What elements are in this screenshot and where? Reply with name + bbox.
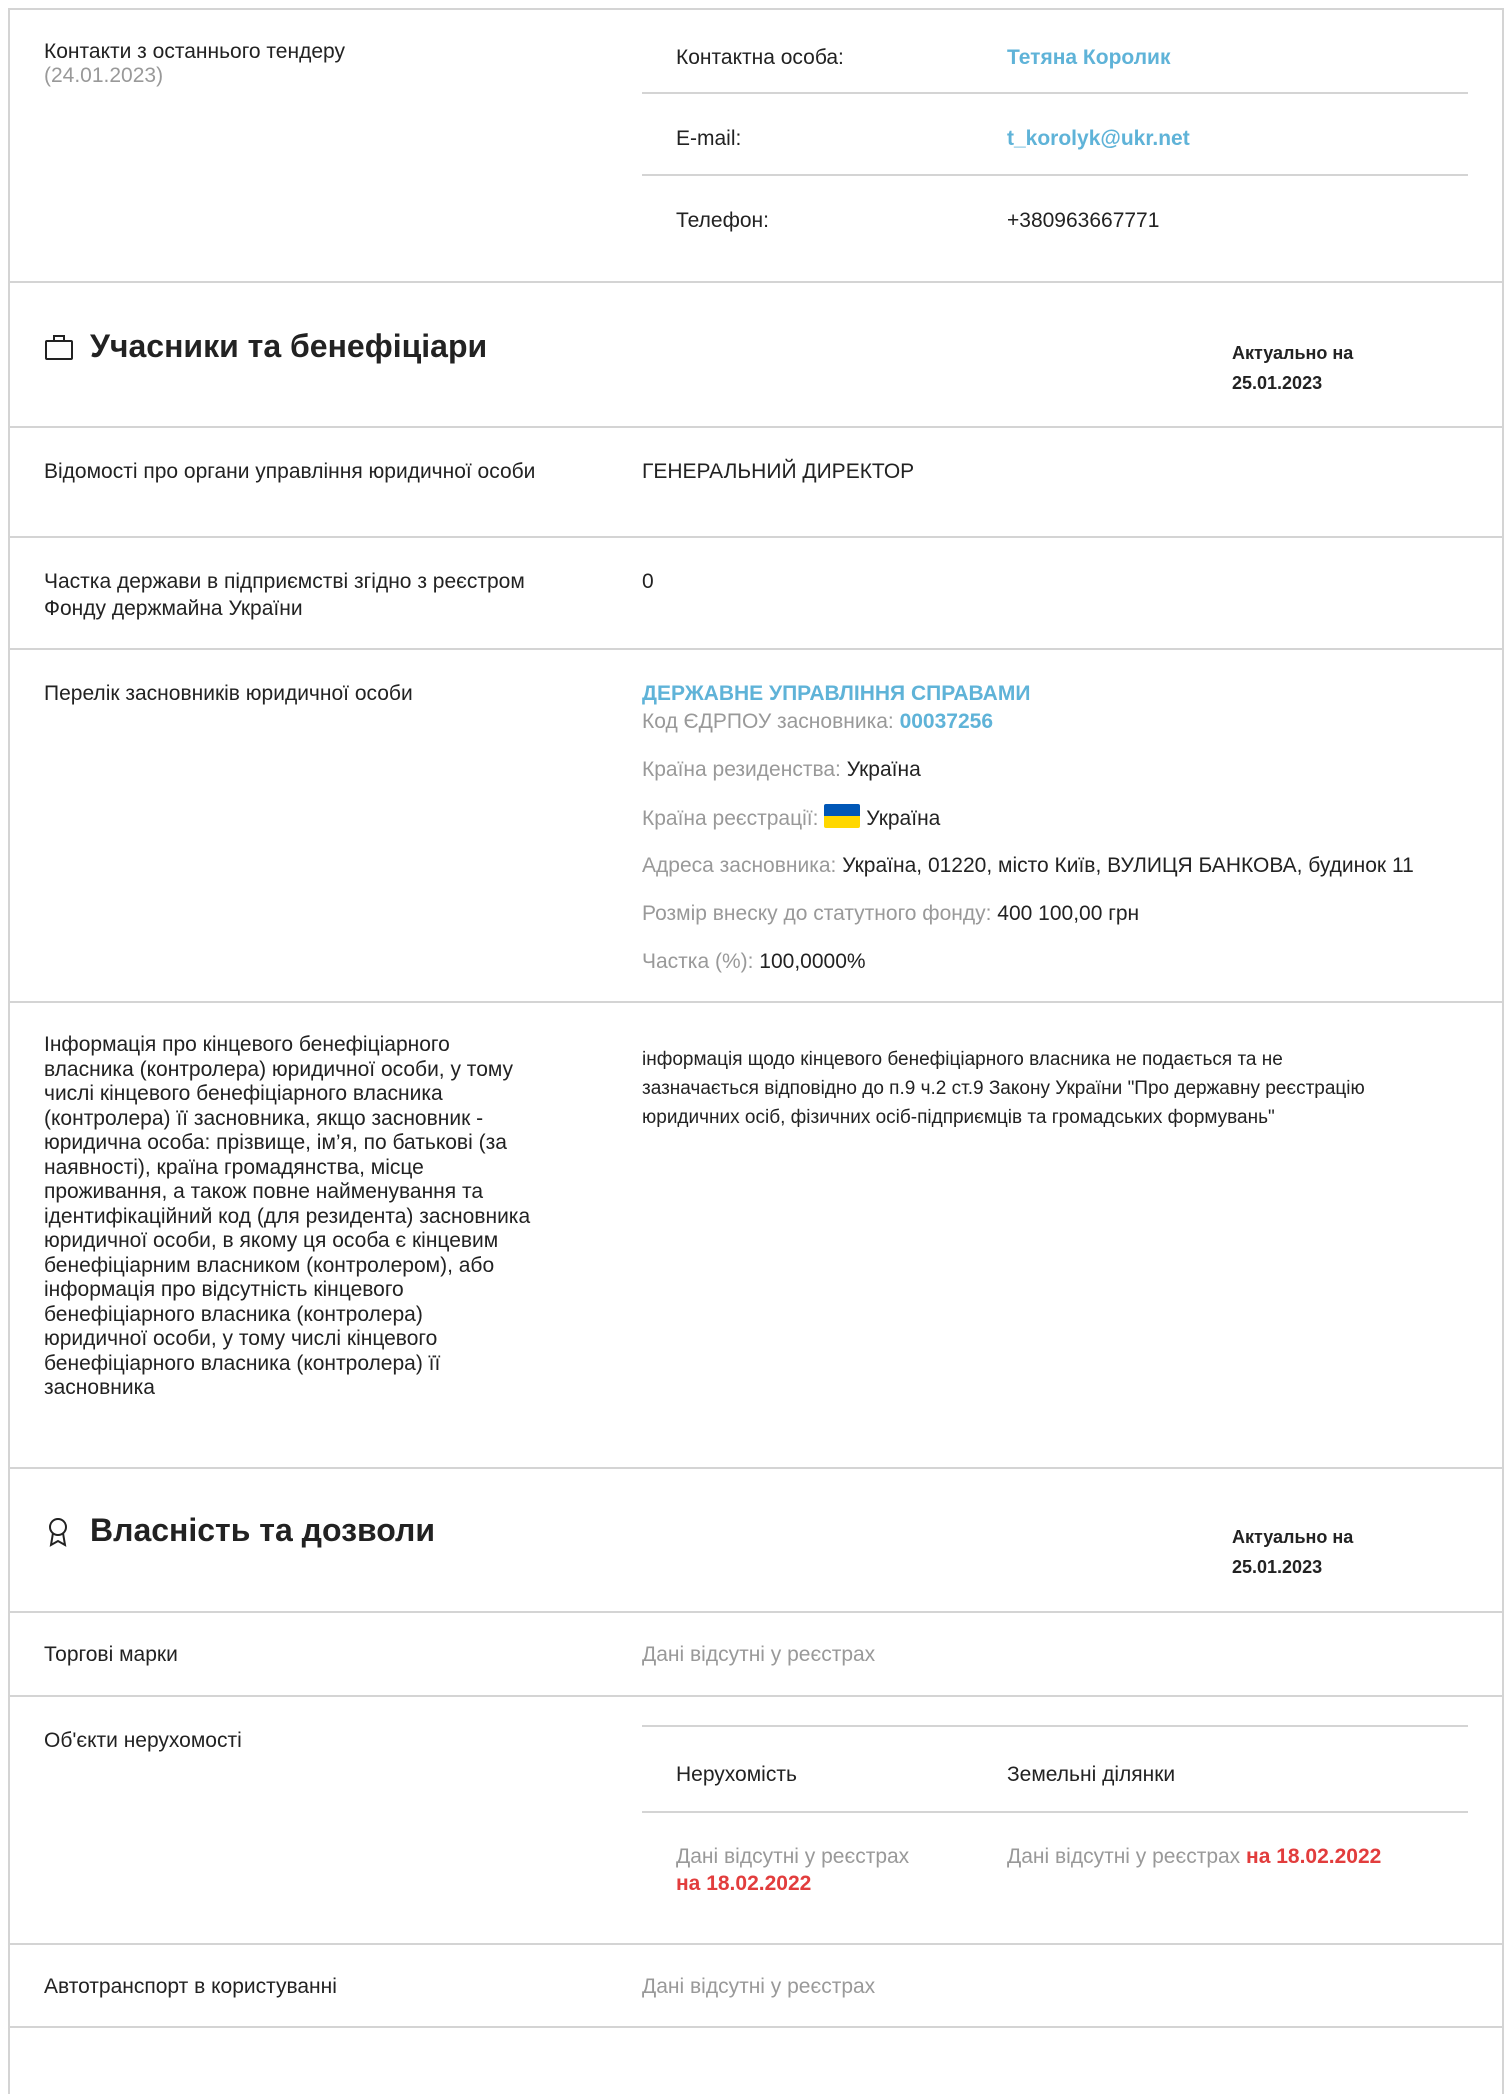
beneficiary-label: Інформація про кінцевого бенефіціарного … [44, 1033, 531, 1399]
contacts-date: (24.01.2023) [44, 64, 164, 87]
governance-value: ГЕНЕРАЛЬНИЙ ДИРЕКТОР [642, 460, 915, 483]
governance-row: Відомості про органи управління юридично… [10, 428, 1502, 538]
state-share-value: 0 [642, 570, 654, 593]
trademarks-label: Торгові марки [44, 1643, 178, 1666]
founder-registration-label: Країна реєстрації: [642, 807, 819, 830]
founder-contribution-value: 400 100,00 грн [997, 902, 1140, 925]
participants-title: Учасники та бенефіціари [90, 328, 488, 364]
founders-label: Перелік засновників юридичної особи [44, 682, 413, 705]
participants-section-header: Учасники та бенефіціари Актуально на 25.… [10, 283, 1502, 428]
state-share-label: Частка держави в підприємстві згідно з р… [44, 570, 525, 620]
founders-row: Перелік засновників юридичної особи ДЕРЖ… [10, 650, 1502, 1003]
state-share-row: Частка держави в підприємстві згідно з р… [10, 538, 1502, 650]
property-actual-label: Актуально на [1232, 1527, 1354, 1547]
email-label: E-mail: [676, 127, 742, 150]
divider [642, 1811, 1468, 1813]
participants-actual-label: Актуально на [1232, 343, 1354, 363]
beneficiary-value: інформація щодо кінцевого бенефіціарного… [642, 1049, 1365, 1128]
property-title: Власність та дозволи [90, 1512, 435, 1548]
founder-address-label: Адреса засновника: [642, 854, 837, 877]
founder-registration: Країна реєстрації: Україна [642, 804, 940, 832]
vehicles-value: Дані відсутні у реєстрах [642, 1975, 876, 1998]
phone-value: +380963667771 [1007, 209, 1160, 232]
founder-code-link[interactable]: 00037256 [900, 710, 993, 733]
tab-realestate[interactable]: Нерухомість [676, 1761, 797, 1788]
contacts-label: Контакти з останнього тендеру [44, 40, 345, 63]
founder-registration-value: Україна [866, 807, 941, 830]
founder-share-value: 100,0000% [759, 950, 866, 973]
vehicles-label: Автотранспорт в користуванні [44, 1975, 337, 1998]
contact-person-link[interactable]: Тетяна Королик [1007, 44, 1170, 71]
contact-person-label: Контактна особа: [676, 46, 844, 69]
realestate-row: Об'єкти нерухомості Нерухомість Земельні… [10, 1697, 1502, 1945]
founder-address-value: Україна, 01220, місто Київ, ВУЛИЦЯ БАНКО… [842, 854, 1414, 877]
founder-residence-value: Україна [846, 758, 921, 781]
founder-address: Адреса засновника: Україна, 01220, місто… [642, 852, 1414, 879]
participants-actual-date: 25.01.2023 [1232, 373, 1323, 393]
property-actual-date: 25.01.2023 [1232, 1557, 1323, 1577]
founder-residence: Країна резиденства: Україна [642, 756, 921, 783]
realestate-label: Об'єкти нерухомості [44, 1729, 242, 1752]
founder-residence-label: Країна резиденства: [642, 758, 841, 781]
founder-name-link[interactable]: ДЕРЖАВНЕ УПРАВЛІННЯ СПРАВАМИ [642, 680, 1030, 707]
ukraine-flag-icon [824, 804, 861, 828]
award-icon [46, 1517, 70, 1547]
property-section-header: Власність та дозволи Актуально на 25.01.… [10, 1469, 1502, 1613]
divider [642, 92, 1468, 94]
divider [642, 1725, 1468, 1727]
briefcase-icon [44, 333, 74, 361]
realestate-empty: Дані відсутні у реєстрах на 18.02.2022 [676, 1845, 910, 1895]
founder-code: Код ЄДРПОУ засновника: 00037256 [642, 708, 993, 735]
founder-code-label: Код ЄДРПОУ засновника: [642, 710, 894, 733]
tab-land[interactable]: Земельні ділянки [1007, 1761, 1175, 1788]
phone-label: Телефон: [676, 209, 769, 232]
beneficiary-row: Інформація про кінцевого бенефіціарного … [10, 1003, 1502, 1469]
founder-contribution-label: Розмір внеску до статутного фонду: [642, 902, 992, 925]
vehicles-row: Автотранспорт в користуванні Дані відсут… [10, 1945, 1502, 2028]
founder-share-label: Частка (%): [642, 950, 754, 973]
trademarks-row: Торгові марки Дані відсутні у реєстрах [10, 1613, 1502, 1697]
founder-share: Частка (%): 100,0000% [642, 948, 866, 975]
trademarks-value: Дані відсутні у реєстрах [642, 1643, 876, 1666]
founder-contribution: Розмір внеску до статутного фонду: 400 1… [642, 900, 1139, 927]
land-empty: Дані відсутні у реєстрах на 18.02.2022 [1007, 1845, 1382, 1868]
company-card: Контакти з останнього тендеру (24.01.202… [8, 8, 1504, 2094]
divider [642, 174, 1468, 176]
email-link[interactable]: t_korolyk@ukr.net [1007, 125, 1190, 152]
governance-label: Відомості про органи управління юридично… [44, 460, 536, 483]
contacts-row: Контакти з останнього тендеру (24.01.202… [10, 10, 1502, 283]
